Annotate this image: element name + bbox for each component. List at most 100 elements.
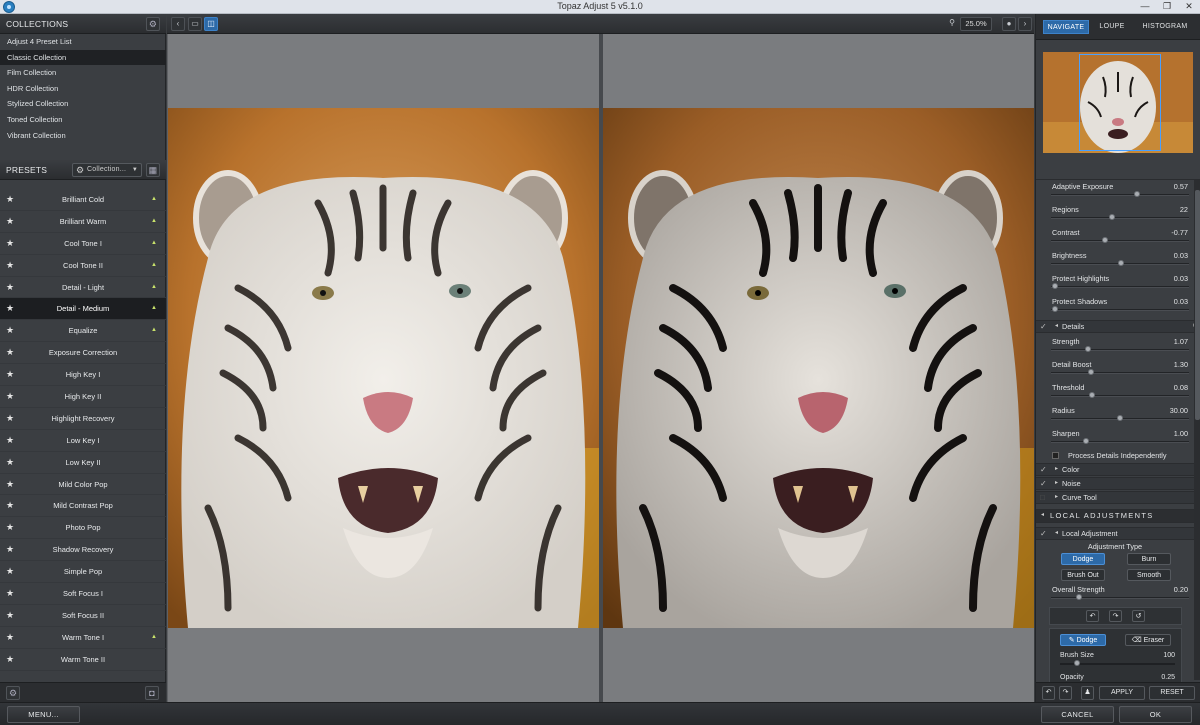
preset-item[interactable]: ★ Cool Tone II ▲ — [0, 255, 166, 277]
favorite-star-icon[interactable]: ★ — [6, 452, 14, 474]
slider-knob[interactable] — [1052, 283, 1059, 289]
tab-loupe[interactable]: LOUPE — [1092, 20, 1132, 34]
slider-knob[interactable] — [1088, 369, 1095, 375]
curve-enabled-check-icon[interactable]: □ — [1040, 493, 1045, 502]
dodge-brush-button[interactable]: ✎ Dodge — [1060, 634, 1106, 646]
details-enabled-check-icon[interactable]: ✓ — [1040, 322, 1047, 331]
preset-item[interactable]: ★ Brilliant Cold ▲ — [0, 189, 166, 211]
tab-navigate[interactable]: NAVIGATE — [1043, 20, 1089, 34]
brush-size-track[interactable] — [1060, 660, 1175, 666]
collapse-right-chevron-icon[interactable]: › — [1018, 17, 1032, 31]
slider-knob[interactable] — [1089, 392, 1096, 398]
slider-track[interactable] — [1051, 369, 1189, 375]
preset-item[interactable]: ★ Shadow Recovery — [0, 539, 166, 562]
slider-value[interactable]: 30.00 — [1170, 406, 1188, 415]
close-button[interactable]: ✕ — [1178, 0, 1200, 13]
zoom-magnifier-icon[interactable]: ⚲ — [945, 17, 959, 31]
adjustment-slider[interactable]: Brightness 0.03 — [1036, 249, 1194, 272]
noise-enabled-check-icon[interactable]: ✓ — [1040, 479, 1047, 488]
favorite-star-icon[interactable]: ★ — [6, 277, 14, 299]
adjustment-slider[interactable]: Protect Highlights 0.03 — [1036, 272, 1194, 295]
adjustment-slider[interactable]: Strength 1.07 — [1036, 335, 1194, 358]
favorite-star-icon[interactable]: ★ — [6, 517, 14, 539]
preset-item[interactable]: ★ Mild Color Pop — [0, 474, 166, 496]
favorite-star-icon[interactable]: ★ — [6, 320, 14, 342]
tab-histogram[interactable]: HISTOGRAM — [1136, 20, 1194, 34]
slider-track[interactable] — [1051, 237, 1189, 243]
adjustment-slider[interactable]: Contrast -0.77 — [1036, 226, 1194, 249]
slider-track[interactable] — [1051, 260, 1189, 266]
favorite-star-icon[interactable]: ★ — [6, 474, 14, 496]
navigator-thumbnail[interactable] — [1043, 52, 1193, 153]
favorite-star-icon[interactable]: ★ — [6, 211, 14, 233]
adjustment-slider[interactable]: Detail Boost 1.30 — [1036, 358, 1194, 381]
details-section-header[interactable]: ✓ ◂ Details ↺ — [1036, 320, 1194, 333]
slider-value[interactable]: 1.00 — [1174, 429, 1188, 438]
preset-item[interactable]: ★ Low Key II — [0, 452, 166, 474]
preset-item[interactable]: ★ Detail - Medium ▲ — [0, 298, 166, 321]
preset-item[interactable]: ★ Simple Pop — [0, 561, 166, 584]
slider-value[interactable]: 0.57 — [1174, 182, 1188, 191]
redo-arrow-icon[interactable]: ↷ — [1109, 610, 1122, 622]
favorite-star-icon[interactable]: ★ — [6, 386, 14, 408]
slider-track[interactable] — [1051, 438, 1189, 444]
slider-value[interactable]: 0.03 — [1174, 297, 1188, 306]
zoom-level[interactable]: 25.0% — [960, 17, 992, 31]
before-image-pane[interactable] — [168, 34, 599, 702]
slider-knob[interactable] — [1101, 237, 1108, 243]
undo-arrow-icon[interactable]: ↶ — [1086, 610, 1099, 622]
collection-filter-dropdown[interactable]: ⚙ Collection... ▼ — [72, 163, 142, 177]
favorite-star-icon[interactable]: ★ — [6, 539, 14, 561]
reset-button[interactable]: RESET — [1149, 686, 1195, 700]
preset-item[interactable]: ★ Low Key I — [0, 430, 166, 452]
favorite-star-icon[interactable]: ★ — [6, 605, 14, 627]
undo-icon[interactable]: ↶ — [1042, 686, 1055, 700]
slider-track[interactable] — [1051, 346, 1189, 352]
preset-item[interactable]: ★ Exposure Correction — [0, 342, 166, 365]
preset-item[interactable]: ★ Equalize ▲ — [0, 320, 166, 343]
preset-item[interactable]: ★ High Key I — [0, 364, 166, 387]
collection-item[interactable]: Stylized Collection — [0, 96, 166, 112]
brush-size-knob[interactable] — [1074, 660, 1081, 666]
local-enabled-check-icon[interactable]: ✓ — [1040, 529, 1047, 538]
overall-strength-slider[interactable]: Overall Strength 0.20 — [1036, 583, 1194, 606]
brush-out-type-button[interactable]: Brush Out — [1061, 569, 1105, 581]
adjustment-slider[interactable]: Regions 22 — [1036, 203, 1194, 226]
preset-item[interactable]: ★ Warm Tone II — [0, 649, 166, 671]
collection-item[interactable]: Vibrant Collection — [0, 128, 166, 144]
preset-item[interactable]: ★ Soft Focus II — [0, 605, 166, 627]
collection-item[interactable]: Classic Collection — [0, 49, 166, 66]
favorite-star-icon[interactable]: ★ — [6, 364, 14, 386]
slider-value[interactable]: 0.03 — [1174, 274, 1188, 283]
preset-item[interactable]: ★ Cool Tone I ▲ — [0, 233, 166, 255]
collection-item[interactable]: HDR Collection — [0, 81, 166, 97]
favorite-star-icon[interactable]: ★ — [6, 342, 14, 364]
adjustment-slider[interactable]: Threshold 0.08 — [1036, 381, 1194, 404]
slider-knob[interactable] — [1118, 260, 1125, 266]
local-adjustment-subheader[interactable]: ✓ ◂ Local Adjustment — [1036, 527, 1194, 540]
slider-track[interactable] — [1051, 214, 1189, 220]
eraser-button[interactable]: ⌫ Eraser — [1125, 634, 1171, 646]
favorite-star-icon[interactable]: ★ — [6, 255, 14, 277]
preset-item[interactable]: ★ Brilliant Warm ▲ — [0, 211, 166, 233]
preset-item[interactable]: ★ High Key II — [0, 386, 166, 408]
restore-button[interactable]: ❐ — [1156, 0, 1178, 13]
single-view-icon[interactable]: ▭ — [188, 17, 202, 31]
slider-knob[interactable] — [1117, 415, 1123, 421]
favorite-star-icon[interactable]: ★ — [6, 627, 14, 649]
camera-icon[interactable]: ◘ — [145, 686, 159, 700]
cancel-button[interactable]: CANCEL — [1041, 706, 1114, 723]
favorite-star-icon[interactable]: ★ — [6, 298, 14, 320]
local-adjustments-header[interactable]: ◂ LOCAL ADJUSTMENTS — [1036, 509, 1194, 523]
slider-value[interactable]: 0.08 — [1174, 383, 1188, 392]
menu-button[interactable]: MENU... — [7, 706, 80, 723]
slider-track[interactable] — [1051, 283, 1189, 289]
adjustment-slider[interactable]: Adaptive Exposure 0.57 — [1036, 180, 1194, 203]
curve-section-header[interactable]: □ ▸ Curve Tool — [1036, 491, 1194, 504]
slider-knob[interactable] — [1082, 438, 1089, 444]
adjustment-slider[interactable]: Radius 30.00 — [1036, 404, 1194, 427]
preset-item[interactable]: ★ Warm Tone I ▲ — [0, 627, 166, 649]
preset-item[interactable]: ★ Photo Pop — [0, 517, 166, 540]
overall-strength-knob[interactable] — [1075, 594, 1082, 600]
overall-strength-track[interactable] — [1051, 594, 1189, 600]
